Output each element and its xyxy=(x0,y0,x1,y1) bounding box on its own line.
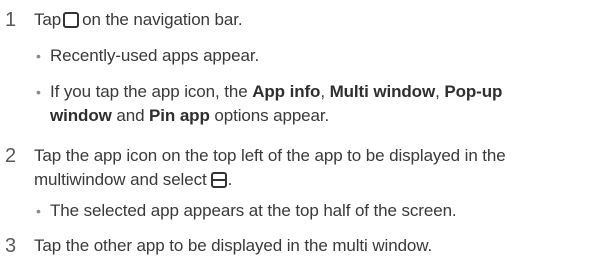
pop-up-label: Pop-up xyxy=(444,82,503,101)
instruction-page: 1 Tap on the navigation bar. • Recently-u… xyxy=(0,0,591,265)
step-text: Tap on the navigation bar. xyxy=(34,10,243,29)
step-1-bullet-2: • If you tap the app icon, the App info,… xyxy=(0,80,591,128)
bullet-dot-icon: • xyxy=(36,203,41,219)
step-number: 1 xyxy=(5,9,17,31)
step-text-line2: multiwindow and select. xyxy=(34,170,233,189)
multi-window-label: Multi window xyxy=(329,82,436,101)
bullet-text-line2: window and Pin app options appear. xyxy=(50,106,330,125)
pin-app-label: Pin app xyxy=(149,106,210,125)
bullet-dot-icon: • xyxy=(36,48,41,64)
step-text: Tap the app icon on the top left of the … xyxy=(34,146,506,165)
step-1: 1 Tap on the navigation bar. xyxy=(0,8,591,32)
step-2: 2 Tap the app icon on the top left of th… xyxy=(0,144,591,192)
step-number: 3 xyxy=(5,235,17,257)
bullet-text: Recently-used apps appear. xyxy=(50,46,260,65)
app-info-label: App info xyxy=(252,82,321,101)
bullet-text: If you tap the app icon, the App info, M… xyxy=(50,82,503,101)
step-2-bullet-1: • The selected app appears at the top ha… xyxy=(0,199,591,223)
step-text: Tap the other app to be displayed in the… xyxy=(34,236,433,255)
bullet-dot-icon: • xyxy=(36,84,41,100)
window-label: window xyxy=(50,106,112,125)
split-window-icon xyxy=(210,172,227,188)
bullet-text: The selected app appears at the top half… xyxy=(50,201,457,220)
step-1-bullet-1: • Recently-used apps appear. xyxy=(0,44,591,68)
recent-apps-icon xyxy=(63,12,80,28)
step-number: 2 xyxy=(5,145,17,167)
step-3: 3 Tap the other app to be displayed in t… xyxy=(0,234,591,258)
